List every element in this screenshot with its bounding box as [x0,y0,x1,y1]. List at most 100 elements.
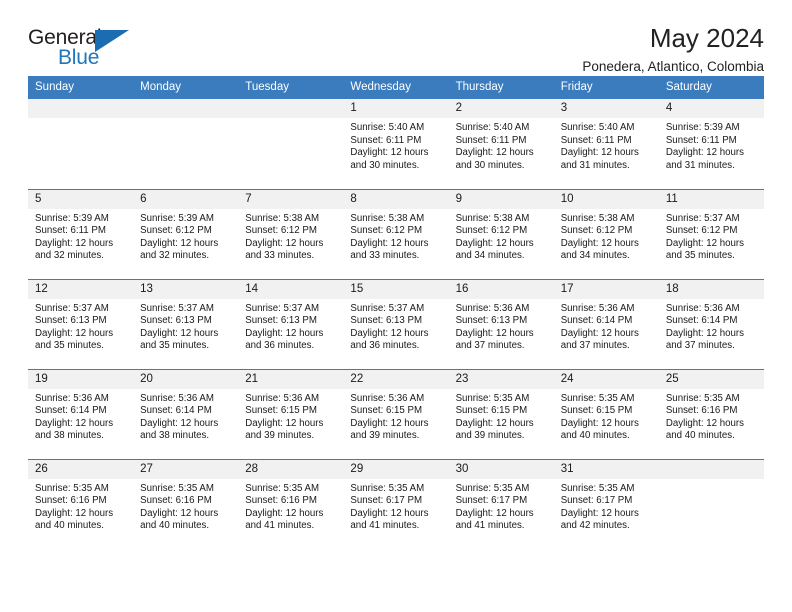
calendar-day-cell[interactable]: 30 Sunrise: 5:35 AM Sunset: 6:17 PM Dayligh… [448,458,554,549]
calendar-page: General Blue May 2024 Ponedera, Atlantic… [0,0,792,612]
day-number: 23 [448,369,554,389]
calendar-day-cell[interactable]: 20 Sunrise: 5:36 AM Sunset: 6:14 PM Dayligh… [133,368,239,459]
day-sun-info: Sunrise: 5:38 AM Sunset: 6:12 PM Daylight:… [343,209,448,263]
day-sun-info: Sunrise: 5:37 AM Sunset: 6:13 PM Daylight:… [238,299,343,353]
calendar-day-cell[interactable]: 21 Sunrise: 5:36 AM Sunset: 6:15 PM Dayligh… [238,368,344,459]
calendar-day-cell[interactable]: 13 Sunrise: 5:37 AM Sunset: 6:13 PM Dayligh… [133,278,239,369]
sunrise-time: Sunrise: 5:40 AM [560,122,635,133]
sunset-time: Sunset: 6:15 PM [350,405,423,417]
daylight-duration-line2: and 34 minutes. [560,250,630,262]
calendar-week-row: 1 Sunrise: 5:40 AM Sunset: 6:11 PM Daylight… [28,99,764,189]
day-sun-info: Sunrise: 5:37 AM Sunset: 6:13 PM Daylight:… [28,299,133,353]
day-sun-info: Sunrise: 5:36 AM Sunset: 6:15 PM Daylight:… [238,389,343,443]
sunset-time: Sunset: 6:16 PM [245,495,317,507]
daylight-duration-line2: and 38 minutes. [140,430,210,442]
sunrise-time: Sunrise: 5:35 AM [350,482,425,494]
calendar-day-cell[interactable]: 15 Sunrise: 5:37 AM Sunset: 6:13 PM Dayligh… [343,278,449,369]
daylight-duration-line1: Daylight: 12 hours [350,147,429,159]
calendar-day-cell[interactable]: 7 Sunrise: 5:38 AM Sunset: 6:12 PM Daylight… [238,188,344,279]
daylight-duration-line2: and 35 minutes. [665,250,735,262]
day-sun-info: Sunrise: 5:36 AM Sunset: 6:14 PM Daylight:… [554,299,659,353]
daylight-duration-line1: Daylight: 12 hours [35,237,114,249]
daylight-duration-line2: and 35 minutes. [140,340,210,352]
sunrise-time: Sunrise: 5:35 AM [140,482,214,494]
sunrise-time: Sunrise: 5:39 AM [140,212,214,224]
day-sun-info: Sunrise: 5:37 AM Sunset: 6:13 PM Daylight:… [133,299,238,353]
day-number: 8 [343,189,449,209]
daylight-duration-line2: and 39 minutes. [455,430,525,442]
daylight-duration-line1: Daylight: 12 hours [35,417,114,429]
day-number: 26 [28,459,134,479]
day-number: 11 [658,189,764,209]
calendar-day-cell[interactable]: 25 Sunrise: 5:35 AM Sunset: 6:16 PM Dayligh… [658,368,764,459]
calendar-day-cell[interactable]: 8 Sunrise: 5:38 AM Sunset: 6:12 PM Daylight… [343,188,449,279]
daylight-duration-line2: and 32 minutes. [140,250,210,262]
calendar-day-cell[interactable]: 28 Sunrise: 5:35 AM Sunset: 6:16 PM Dayligh… [238,458,344,549]
calendar-header-row: Sunday Monday Tuesday Wednesday Thursday… [28,76,764,99]
sunset-time: Sunset: 6:13 PM [35,315,107,327]
day-number: 3 [553,99,659,118]
sunset-time: Sunset: 6:13 PM [350,315,423,327]
general-blue-logo[interactable]: General Blue [28,26,146,74]
sunset-time: Sunset: 6:11 PM [455,134,527,146]
day-sun-info: Sunrise: 5:35 AM Sunset: 6:17 PM Daylight:… [343,479,448,533]
daylight-duration-line2: and 40 minutes. [35,520,104,532]
day-number: 27 [133,459,239,479]
calendar-day-cell[interactable]: 11 Sunrise: 5:37 AM Sunset: 6:12 PM Dayligh… [658,188,764,279]
calendar-day-cell[interactable]: 16 Sunrise: 5:36 AM Sunset: 6:13 PM Dayligh… [448,278,554,369]
calendar-day-cell[interactable]: 10 Sunrise: 5:38 AM Sunset: 6:12 PM Dayligh… [553,188,659,279]
daylight-duration-line1: Daylight: 12 hours [350,327,429,339]
calendar-day-cell[interactable]: 24 Sunrise: 5:35 AM Sunset: 6:15 PM Dayligh… [553,368,659,459]
calendar-day-cell[interactable]: 2 Sunrise: 5:40 AM Sunset: 6:11 PM Daylight… [448,99,554,189]
sunset-time: Sunset: 6:14 PM [35,405,107,417]
daylight-duration-line1: Daylight: 12 hours [140,237,219,249]
calendar-day-cell[interactable]: 26 Sunrise: 5:35 AM Sunset: 6:16 PM Dayligh… [28,458,134,549]
calendar-day-cell[interactable]: 6 Sunrise: 5:39 AM Sunset: 6:12 PM Daylight… [133,188,239,279]
day-sun-info: Sunrise: 5:36 AM Sunset: 6:14 PM Daylight:… [28,389,133,443]
day-number [238,99,344,118]
calendar-day-cell[interactable]: 4 Sunrise: 5:39 AM Sunset: 6:11 PM Daylight… [658,99,764,189]
day-sun-info: Sunrise: 5:38 AM Sunset: 6:12 PM Daylight:… [449,209,554,263]
sunset-time: Sunset: 6:12 PM [350,225,423,237]
day-number [658,459,764,479]
day-sun-info: Sunrise: 5:37 AM Sunset: 6:13 PM Daylight:… [343,299,448,353]
daylight-duration-line1: Daylight: 12 hours [665,327,744,339]
daylight-duration-line1: Daylight: 12 hours [140,507,219,519]
calendar-day-cell[interactable]: 19 Sunrise: 5:36 AM Sunset: 6:14 PM Dayligh… [28,368,134,459]
sunset-time: Sunset: 6:11 PM [350,134,422,146]
daylight-duration-line2: and 32 minutes. [35,250,104,262]
calendar-day-cell[interactable]: 29 Sunrise: 5:35 AM Sunset: 6:17 PM Dayligh… [343,458,449,549]
calendar-day-cell[interactable]: 12 Sunrise: 5:37 AM Sunset: 6:13 PM Dayligh… [28,278,134,369]
sunrise-time: Sunrise: 5:37 AM [350,302,425,314]
calendar-day-cell[interactable]: 17 Sunrise: 5:36 AM Sunset: 6:14 PM Dayligh… [553,278,659,369]
daylight-duration-line1: Daylight: 12 hours [245,327,324,339]
calendar-day-cell[interactable]: 27 Sunrise: 5:35 AM Sunset: 6:16 PM Dayligh… [133,458,239,549]
calendar-day-cell[interactable]: 1 Sunrise: 5:40 AM Sunset: 6:11 PM Daylight… [343,99,449,189]
day-sun-info: Sunrise: 5:35 AM Sunset: 6:16 PM Daylight:… [238,479,343,533]
weekday-header-friday: Friday [553,76,659,99]
sunset-time: Sunset: 6:16 PM [140,495,212,507]
calendar-day-cell[interactable]: 3 Sunrise: 5:40 AM Sunset: 6:11 PM Daylight… [553,99,659,189]
sunset-time: Sunset: 6:11 PM [560,134,632,146]
calendar-day-cell[interactable]: 9 Sunrise: 5:38 AM Sunset: 6:12 PM Daylight… [448,188,554,279]
sunset-time: Sunset: 6:14 PM [140,405,212,417]
calendar-day-cell[interactable]: 14 Sunrise: 5:37 AM Sunset: 6:13 PM Dayligh… [238,278,344,369]
calendar-day-cell[interactable]: 23 Sunrise: 5:35 AM Sunset: 6:15 PM Dayligh… [448,368,554,459]
calendar-day-cell-empty [133,99,239,189]
sunset-time: Sunset: 6:11 PM [665,134,737,146]
calendar-day-cell[interactable]: 18 Sunrise: 5:36 AM Sunset: 6:14 PM Dayligh… [658,278,764,369]
day-sun-info: Sunrise: 5:39 AM Sunset: 6:11 PM Daylight:… [28,209,133,263]
sunrise-time: Sunrise: 5:36 AM [350,392,425,404]
calendar-day-cell[interactable]: 22 Sunrise: 5:36 AM Sunset: 6:15 PM Dayligh… [343,368,449,459]
sunrise-sunset-calendar: Sunday Monday Tuesday Wednesday Thursday… [28,76,764,549]
daylight-duration-line2: and 33 minutes. [245,250,315,262]
daylight-duration-line1: Daylight: 12 hours [455,147,534,159]
day-number: 29 [343,459,449,479]
calendar-day-cell[interactable]: 5 Sunrise: 5:39 AM Sunset: 6:11 PM Daylight… [28,188,134,279]
day-sun-info: Sunrise: 5:35 AM Sunset: 6:15 PM Daylight:… [554,389,659,443]
page-title: May 2024 [649,23,764,53]
sunset-time: Sunset: 6:11 PM [35,225,106,237]
sunset-time: Sunset: 6:14 PM [665,315,738,327]
calendar-day-cell[interactable]: 31 Sunrise: 5:35 AM Sunset: 6:17 PM Dayligh… [553,458,659,549]
day-number: 10 [553,189,659,209]
